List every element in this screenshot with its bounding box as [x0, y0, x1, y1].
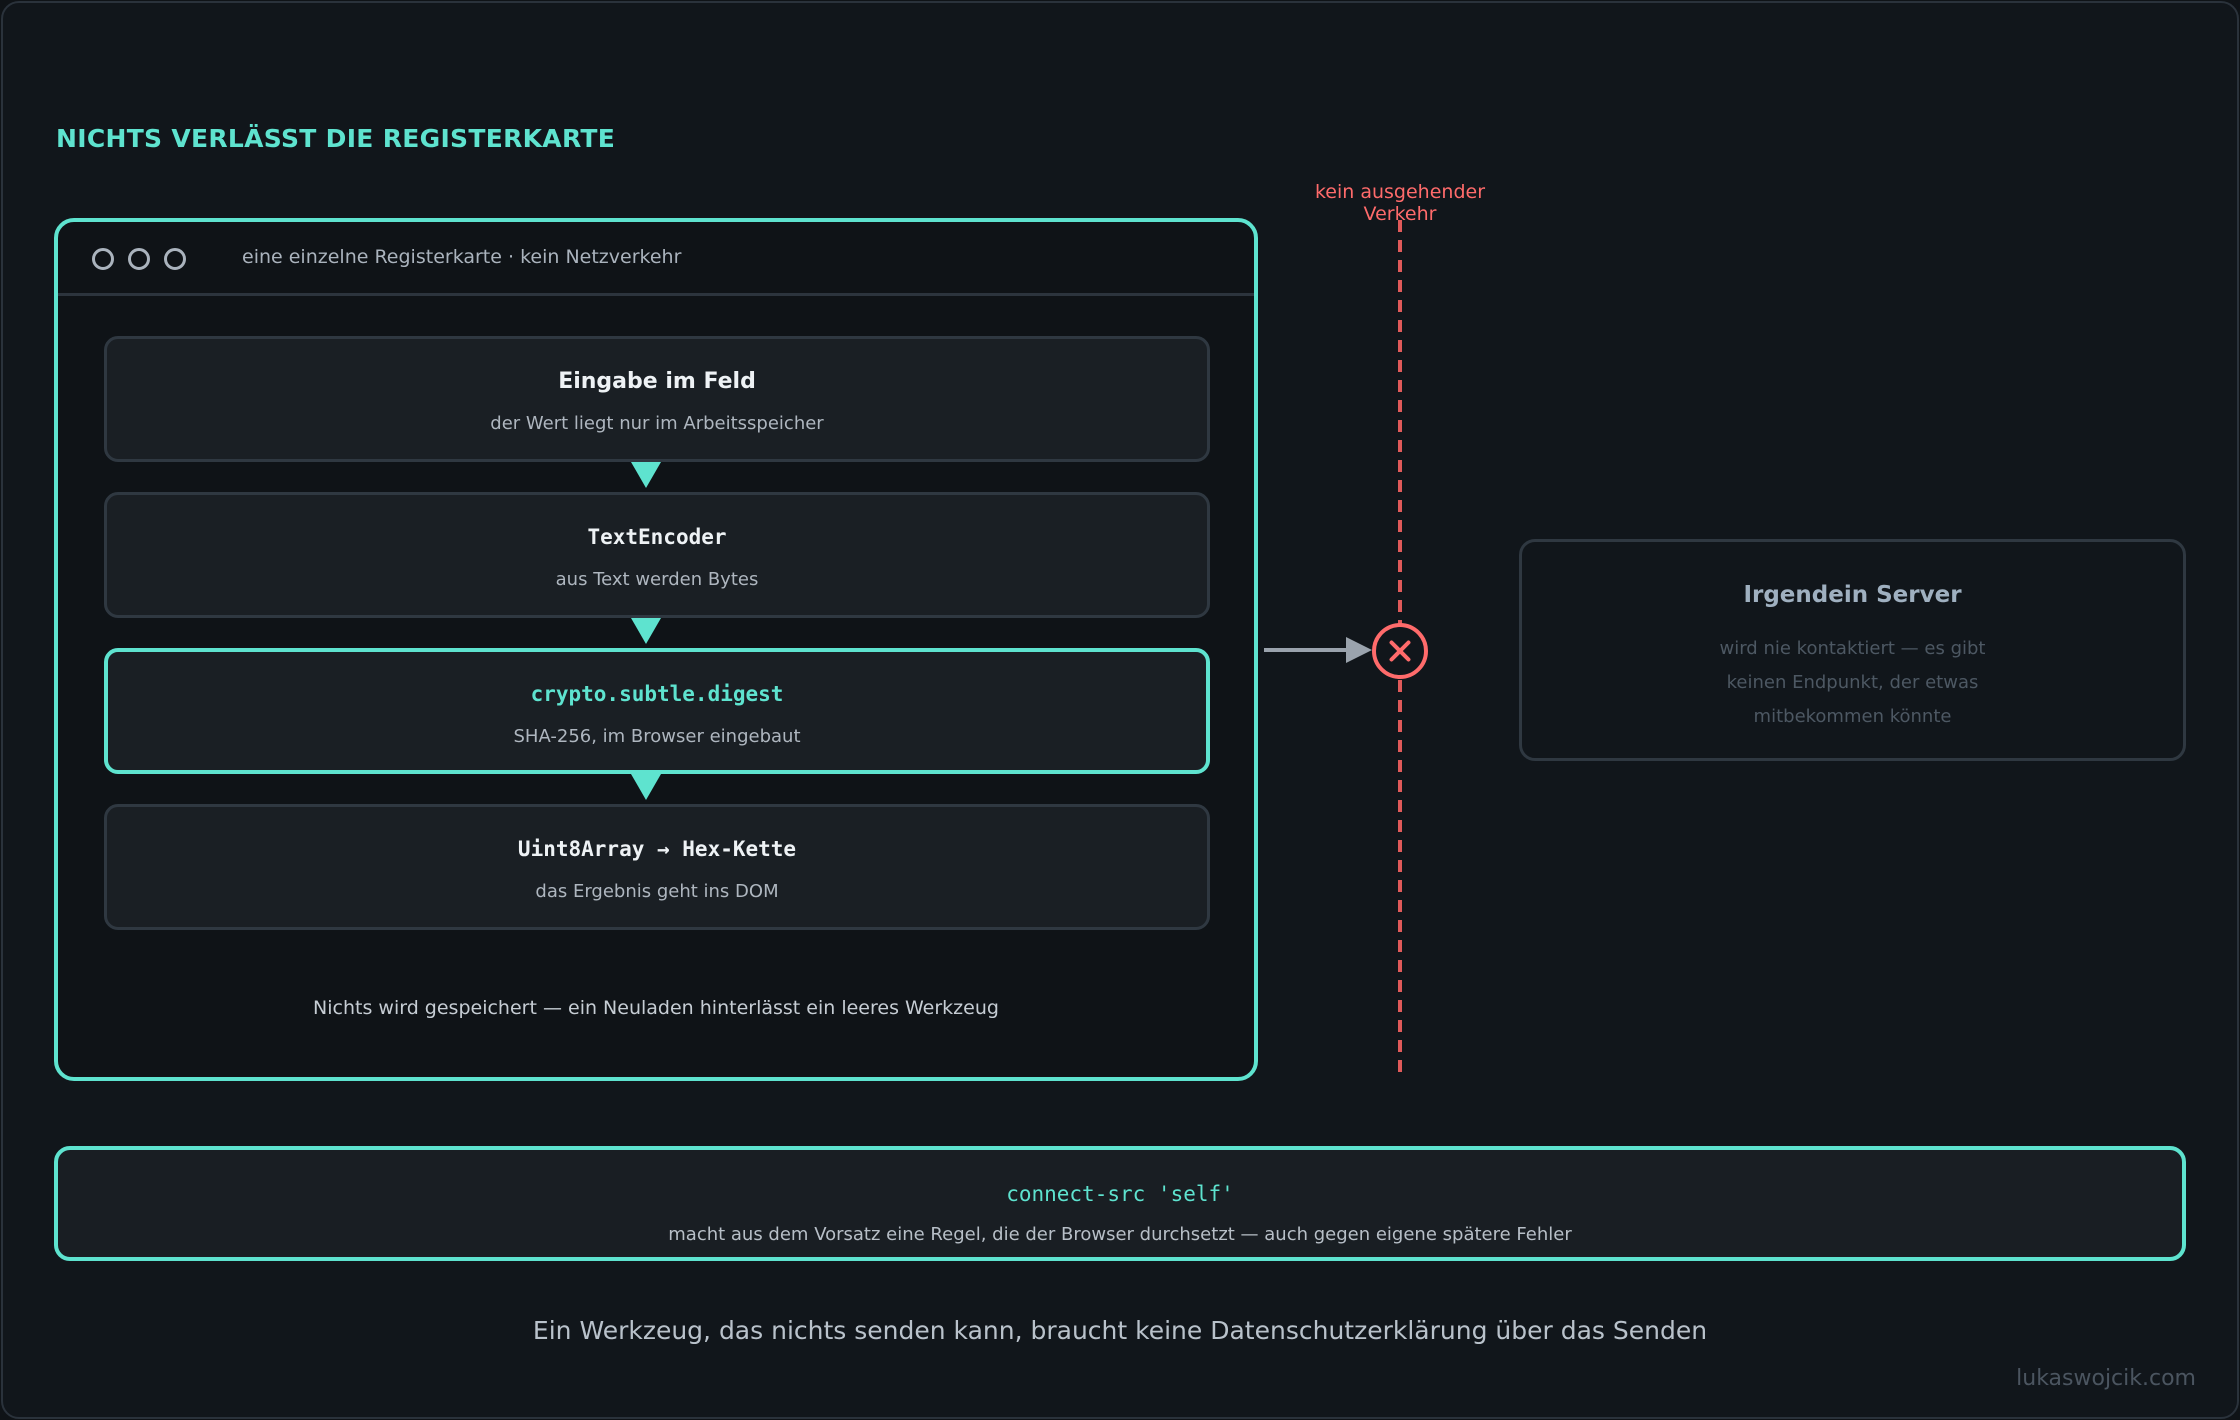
step-title: Uint8Array → Hex-Kette: [517, 837, 797, 861]
step-subtitle: SHA-256, im Browser eingebaut: [513, 726, 801, 747]
step-subtitle: das Ergebnis geht ins DOM: [535, 881, 779, 902]
step-subtitle: der Wert liegt nur im Arbeitsspeicher: [490, 413, 824, 434]
window-dot-icon: [164, 248, 186, 270]
server-description-line: wird nie kontaktiert — es gibt: [1719, 638, 1986, 659]
step-title: crypto.subtle.digest: [530, 682, 784, 706]
blocked-x-icon: [1372, 623, 1428, 679]
browser-caption: eine einzelne Registerkarte · kein Netzv…: [242, 246, 682, 268]
site-watermark: lukaswojcik.com: [2016, 1366, 2196, 1391]
no-traffic-label: kein ausgehender Verkehr: [1314, 181, 1486, 225]
step-title: Eingabe im Feld: [558, 369, 756, 394]
browser-window: eine einzelne Registerkarte · kein Netzv…: [54, 218, 1258, 1081]
flow-arrow-icon: [631, 774, 661, 800]
server-box: Irgendein Server wird nie kontaktiert — …: [1519, 539, 2186, 761]
diagram-heading: NICHTS VERLÄSST DIE REGISTERKARTE: [56, 124, 616, 153]
step-text-encoder: TextEncoder aus Text werden Bytes: [104, 492, 1210, 618]
step-crypto-digest: crypto.subtle.digest SHA-256, im Browser…: [104, 648, 1210, 774]
server-description-line: mitbekommen könnte: [1753, 706, 1952, 727]
browser-title-bar: eine einzelne Registerkarte · kein Netzv…: [58, 222, 1254, 296]
tagline: Ein Werkzeug, das nichts senden kann, br…: [532, 1316, 1708, 1345]
step-subtitle: aus Text werden Bytes: [555, 569, 759, 590]
server-description-line: keinen Endpunkt, der etwas: [1726, 672, 1979, 693]
window-dot-icon: [92, 248, 114, 270]
flow-arrow-icon: [631, 618, 661, 644]
window-dot-icon: [128, 248, 150, 270]
flow-arrow-icon: [631, 462, 661, 488]
browser-footer-note: Nichts wird gespeichert — ein Neuladen h…: [313, 997, 999, 1019]
server-title: Irgendein Server: [1743, 582, 1962, 608]
step-hex-output: Uint8Array → Hex-Kette das Ergebnis geht…: [104, 804, 1210, 930]
arrow-head-icon: [1346, 637, 1372, 663]
csp-description: macht aus dem Vorsatz eine Regel, die de…: [668, 1224, 1572, 1245]
step-title: TextEncoder: [587, 525, 727, 549]
step-input-field: Eingabe im Feld der Wert liegt nur im Ar…: [104, 336, 1210, 462]
csp-directive: connect-src 'self': [1006, 1182, 1234, 1206]
csp-policy-box: connect-src 'self' macht aus dem Vorsatz…: [54, 1146, 2186, 1261]
